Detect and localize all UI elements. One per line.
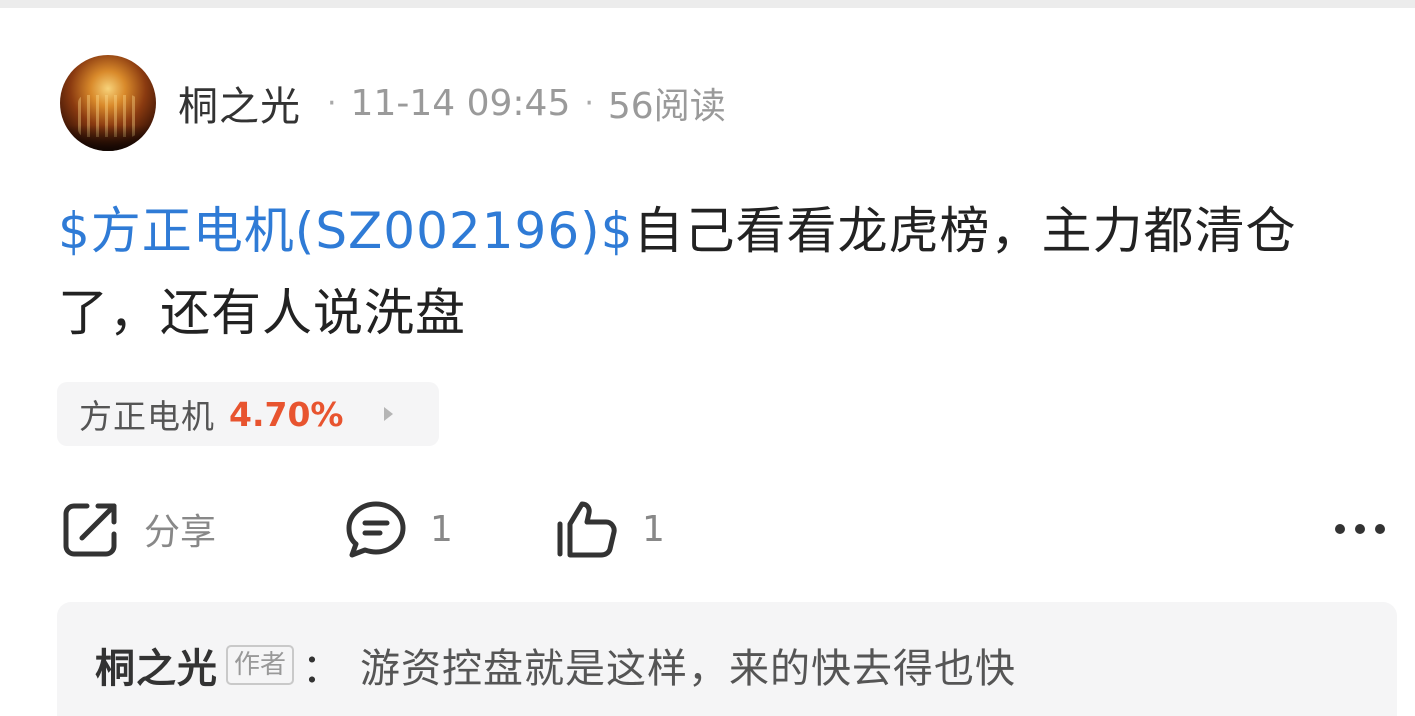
stock-link[interactable]: $方正电机(SZ002196)$: [58, 202, 634, 260]
post-header: 桐之光 · 11-14 09:45 · 56阅读: [60, 55, 726, 151]
like-count: 1: [642, 508, 665, 550]
comment-count: 1: [430, 508, 453, 550]
stock-chip-name: 方正电机: [79, 397, 215, 436]
share-label: 分享: [144, 512, 217, 553]
post-date-time: 11-14 09:45: [350, 82, 571, 124]
post-meta: · 11-14 09:45 · 56阅读: [313, 77, 726, 129]
stock-chip-change: 4.70%: [229, 394, 344, 434]
author-tag-badge: 作者: [226, 645, 295, 685]
comment-author[interactable]: 桐之光: [95, 636, 218, 694]
comment-button[interactable]: 1: [344, 496, 453, 562]
comment-colon: ：: [302, 646, 343, 692]
stock-chip[interactable]: 方正电机 4.70%: [57, 382, 439, 446]
comment-text: 游资控盘就是这样，来的快去得也快: [360, 646, 1017, 692]
action-bar: 分享 1 1: [60, 496, 1390, 562]
meta-separator: ·: [584, 85, 594, 121]
like-button[interactable]: 1: [554, 496, 665, 562]
comment-icon: [346, 501, 406, 558]
thumbs-up-icon: [557, 501, 617, 558]
share-button[interactable]: 分享: [60, 496, 216, 562]
post-page: 桐之光 · 11-14 09:45 · 56阅读 $方正电机(SZ002196)…: [0, 0, 1415, 716]
share-icon: [63, 503, 117, 557]
meta-separator: ·: [327, 85, 337, 121]
read-count: 56阅读: [607, 86, 726, 127]
author-name[interactable]: 桐之光: [178, 74, 301, 132]
more-button[interactable]: [1330, 506, 1390, 552]
post-content: $方正电机(SZ002196)$自己看看龙虎榜，主力都清仓了，还有人说洗盘: [58, 190, 1358, 354]
triangle-right-icon: [383, 407, 393, 421]
top-divider: [0, 0, 1415, 8]
avatar[interactable]: [60, 55, 156, 151]
comment-preview[interactable]: 桐之光 作者 ： 游资控盘就是这样，来的快去得也快: [57, 602, 1397, 716]
more-icon: [1335, 524, 1385, 534]
comment-item: 桐之光 作者 ： 游资控盘就是这样，来的快去得也快: [95, 636, 1016, 694]
